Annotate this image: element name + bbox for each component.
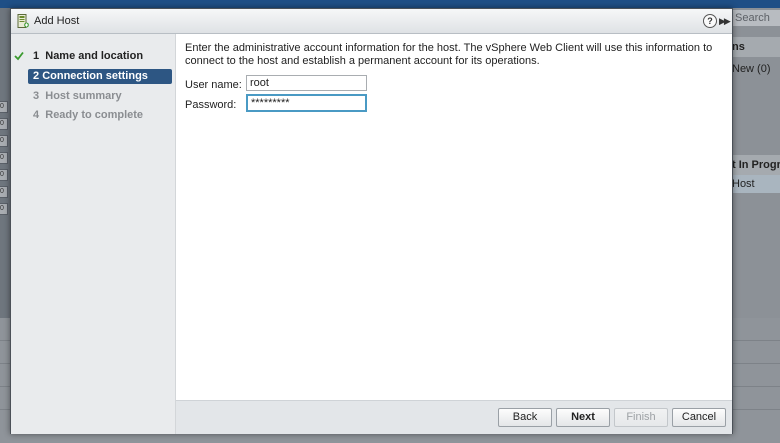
host-icon <box>17 14 29 28</box>
finish-button: Finish <box>614 408 668 427</box>
check-icon <box>14 51 24 61</box>
add-host-dialog: Add Host ? ▶▶ 1 Name and location 2 Conn… <box>10 8 733 434</box>
background-count-chip: 0 <box>0 169 8 181</box>
background-count-chip: 0 <box>0 152 8 164</box>
background-app-header <box>0 0 780 8</box>
wizard-step-host-summary: 3 Host summary <box>33 90 122 102</box>
background-count-chip: 0 <box>0 203 8 215</box>
back-button[interactable]: Back <box>498 408 552 427</box>
background-new-count: New (0) <box>732 63 771 75</box>
background-panel-header: ns <box>732 37 780 57</box>
wizard-step-connection-settings[interactable]: 2 Connection settings <box>28 69 172 84</box>
background-count-chip: 0 <box>0 101 8 113</box>
cancel-button[interactable]: Cancel <box>672 408 726 427</box>
help-icon[interactable]: ? <box>703 14 717 28</box>
username-label: User name: <box>185 79 242 91</box>
next-button[interactable]: Next <box>556 408 610 427</box>
background-search-box: Search <box>733 10 780 26</box>
wizard-step-name-and-location[interactable]: 1 Name and location <box>33 49 143 64</box>
wizard-step-ready-to-complete: 4 Ready to complete <box>33 109 144 121</box>
intro-text: Enter the administrative account informa… <box>185 42 713 67</box>
background-count-chip: 0 <box>0 135 8 147</box>
wizard-steps-nav: 1 Name and location 2 Connection setting… <box>11 34 176 434</box>
background-task-row: Host <box>732 175 780 193</box>
wizard-content: Enter the administrative account informa… <box>176 34 732 400</box>
password-input[interactable] <box>246 94 367 112</box>
password-label: Password: <box>185 99 237 111</box>
username-input[interactable] <box>246 75 367 91</box>
dialog-titlebar: Add Host ? ▶▶ <box>11 9 732 34</box>
background-count-chip: 0 <box>0 186 8 198</box>
expand-icon[interactable]: ▶▶ <box>719 14 731 28</box>
wizard-footer: Back Next Finish Cancel <box>176 400 732 434</box>
dialog-title: Add Host <box>34 15 80 27</box>
background-count-chip: 0 <box>0 118 8 130</box>
background-tasks-header: t In Progres <box>732 155 780 175</box>
